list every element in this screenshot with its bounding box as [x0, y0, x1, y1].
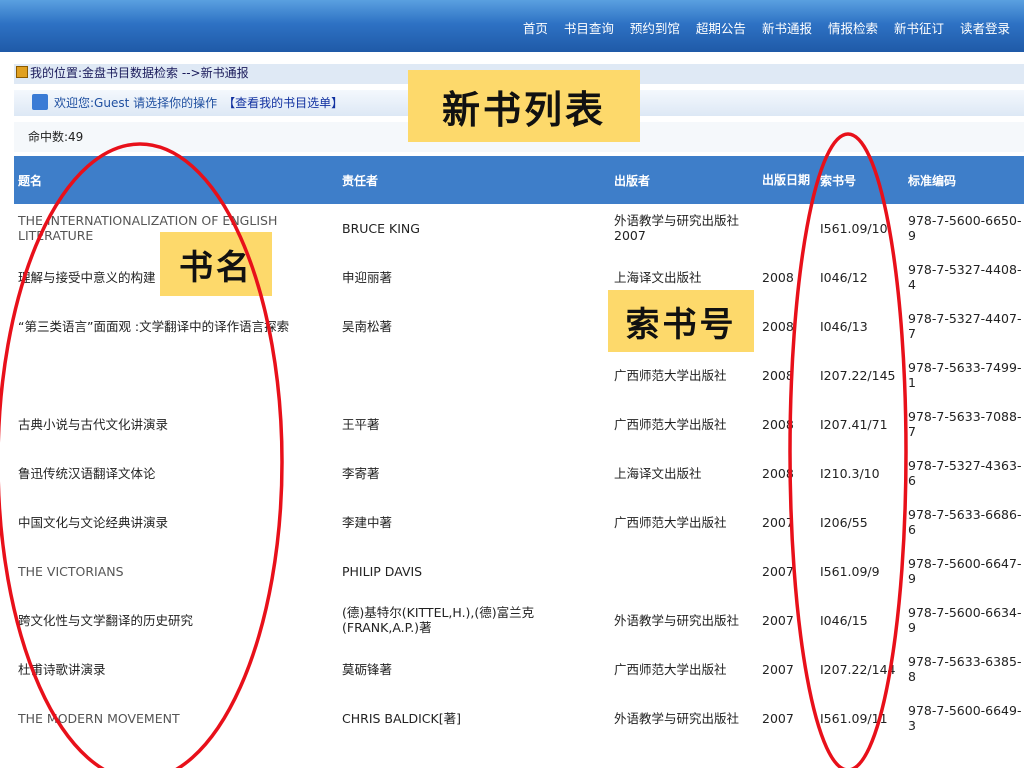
cell-call-number: I561.09/10: [820, 220, 888, 236]
top-nav-menu: 首页 书目查询 预约到馆 超期公告 新书通报 情报检索 新书征订 读者登录: [507, 18, 1010, 37]
cell-isbn: 978-7-5600-6647-9: [908, 556, 1022, 586]
cell-isbn: 978-7-5600-6650-9: [908, 213, 1022, 243]
cell-title[interactable]: 鲁迅传统汉语翻译文体论: [18, 449, 330, 497]
cell-pub-date: 2008: [762, 465, 794, 481]
table-row[interactable]: “第三类语言”面面观 :文学翻译中的译作语言探索 吴南松著 2008 I046/13 9…: [14, 302, 1024, 350]
view-my-list-link[interactable]: 【查看我的书目选单】: [223, 96, 343, 110]
cell-publisher: 上海译文出版社: [614, 465, 702, 481]
cell-call-number: I046/13: [820, 318, 868, 334]
cell-title[interactable]: THE VICTORIANS: [18, 547, 330, 595]
cell-pub-date: [762, 204, 816, 252]
cell-isbn: 978-7-5327-4407-7: [908, 311, 1022, 341]
cell-isbn: 978-7-5327-4408-4: [908, 262, 1022, 292]
col-isbn[interactable]: 标准编码: [908, 156, 1024, 204]
cell-author: 王平著: [342, 416, 380, 432]
cell-author: 李建中著: [342, 514, 393, 530]
callout-new-book-list: 新书列表: [408, 70, 640, 142]
cell-isbn: 978-7-5633-6385-8: [908, 654, 1022, 684]
table-row[interactable]: 跨文化性与文学翻译的历史研究 (德)基特尔(KITTEL,H.),(德)富兰克(F…: [14, 596, 1024, 644]
cell-isbn: 978-7-5633-6686-6: [908, 507, 1022, 537]
cell-call-number: I561.09/11: [820, 710, 888, 726]
nav-home[interactable]: 首页: [523, 18, 548, 37]
col-call-number[interactable]: 索书号: [820, 156, 906, 204]
cell-isbn: 978-7-5633-7499-1: [908, 360, 1022, 390]
cell-call-number: I207.22/145: [820, 367, 896, 383]
table-row[interactable]: 鲁迅传统汉语翻译文体论 李寄著 上海译文出版社 2008 I210.3/10 978-7-…: [14, 449, 1024, 497]
cell-call-number: I046/12: [820, 269, 868, 285]
cell-call-number: I210.3/10: [820, 465, 880, 481]
cell-pub-date: 2008: [762, 318, 794, 334]
cell-publisher: 广西师范大学出版社: [614, 661, 727, 677]
top-navigation-bar: 首页 书目查询 预约到馆 超期公告 新书通报 情报检索 新书征订 读者登录: [0, 0, 1024, 52]
cell-call-number: I046/15: [820, 612, 868, 628]
col-pub-date[interactable]: 出版日期: [762, 156, 816, 204]
breadcrumb-text: 我的位置:金盘书目数据检索 -->新书通报: [30, 66, 249, 80]
cell-publisher: 外语教学与研究出版社: [614, 612, 740, 628]
cell-pub-date: 2008: [762, 269, 794, 285]
cell-author: 莫砺锋著: [342, 661, 393, 677]
callout-book-name: 书名: [160, 232, 272, 296]
cell-author: BRUCE KING: [342, 220, 420, 236]
cell-pub-date: 2008: [762, 367, 794, 383]
cell-author: PHILIP DAVIS: [342, 563, 423, 579]
cell-call-number: I207.41/71: [820, 416, 888, 432]
nav-reader-login[interactable]: 读者登录: [960, 18, 1010, 37]
cell-publisher: 外语教学与研究出版社: [614, 710, 740, 726]
cell-title[interactable]: THE MODERN MOVEMENT: [18, 694, 330, 742]
table-row[interactable]: 古典小说与古代文化讲演录 王平著 广西师范大学出版社 2008 I207.41/71 97…: [14, 400, 1024, 448]
cell-pub-date: 2007: [762, 612, 794, 628]
cell-pub-date: 2007: [762, 514, 794, 530]
user-avatar-icon: [32, 94, 48, 110]
cell-isbn: 978-7-5633-7088-7: [908, 409, 1022, 439]
cell-pub-date: 2007: [762, 563, 794, 579]
cell-pub-date: 2007: [762, 661, 794, 677]
welcome-text: 欢迎您:Guest 请选择你的操作: [54, 96, 218, 110]
cell-call-number: I561.09/9: [820, 563, 880, 579]
col-author[interactable]: 责任者: [342, 156, 610, 204]
callout-call-number: 索书号: [608, 290, 754, 352]
cell-author: (德)基特尔(KITTEL,H.),(德)富兰克(FRANK,A.P.)著: [342, 605, 535, 635]
cell-pub-date: 2008: [762, 416, 794, 432]
cell-call-number: I206/55: [820, 514, 868, 530]
cell-title[interactable]: 杜甫诗歌讲演录: [18, 645, 330, 693]
cell-pub-date: 2007: [762, 710, 794, 726]
table-header: 题名 责任者 出版者 出版日期 索书号 标准编码: [14, 156, 1024, 204]
nav-book-order[interactable]: 新书征订: [894, 18, 944, 37]
cell-isbn: 978-7-5600-6634-9: [908, 605, 1022, 635]
nav-overdue-notice[interactable]: 超期公告: [696, 18, 746, 37]
nav-info-search[interactable]: 情报检索: [828, 18, 878, 37]
cell-publisher: 外语教学与研究出版社2007: [614, 213, 740, 243]
table-row[interactable]: 广西师范大学出版社 2008 I207.22/145 978-7-5633-7499-…: [14, 351, 1024, 399]
cell-author: 吴南松著: [342, 318, 393, 334]
cell-author: [342, 351, 610, 399]
cell-publisher: 广西师范大学出版社: [614, 416, 727, 432]
cell-isbn: 978-7-5327-4363-6: [908, 458, 1022, 488]
cell-title[interactable]: [18, 351, 330, 399]
cell-author: 申迎丽著: [342, 269, 393, 285]
cell-author: CHRIS BALDICK[著]: [342, 710, 461, 726]
cell-title[interactable]: 古典小说与古代文化讲演录: [18, 400, 330, 448]
col-publisher[interactable]: 出版者: [614, 156, 756, 204]
cell-publisher: [614, 547, 756, 595]
home-icon: [16, 66, 28, 78]
cell-title[interactable]: 中国文化与文论经典讲演录: [18, 498, 330, 546]
table-row[interactable]: 中国文化与文论经典讲演录 李建中著 广西师范大学出版社 2007 I206/55 978-…: [14, 498, 1024, 546]
table-row[interactable]: THE MODERN MOVEMENT CHRIS BALDICK[著] 外语教学与…: [14, 694, 1024, 742]
cell-isbn: 978-7-5600-6649-3: [908, 703, 1022, 733]
col-title[interactable]: 题名: [18, 156, 330, 204]
nav-new-books[interactable]: 新书通报: [762, 18, 812, 37]
cell-author: 李寄著: [342, 465, 380, 481]
table-row[interactable]: THE VICTORIANS PHILIP DAVIS 2007 I561.09/9 9…: [14, 547, 1024, 595]
cell-publisher: 广西师范大学出版社: [614, 514, 727, 530]
cell-title[interactable]: 跨文化性与文学翻译的历史研究: [18, 596, 330, 644]
table-row[interactable]: 杜甫诗歌讲演录 莫砺锋著 广西师范大学出版社 2007 I207.22/144 978-7…: [14, 645, 1024, 693]
cell-title[interactable]: “第三类语言”面面观 :文学翻译中的译作语言探索: [18, 302, 330, 350]
cell-call-number: I207.22/144: [820, 661, 896, 677]
cell-publisher: 广西师范大学出版社: [614, 367, 727, 383]
main-content: 我的位置:金盘书目数据检索 -->新书通报 欢迎您:Guest 请选择你的操作【…: [14, 60, 1024, 768]
nav-reserve[interactable]: 预约到馆: [630, 18, 680, 37]
nav-catalog-search[interactable]: 书目查询: [564, 18, 614, 37]
